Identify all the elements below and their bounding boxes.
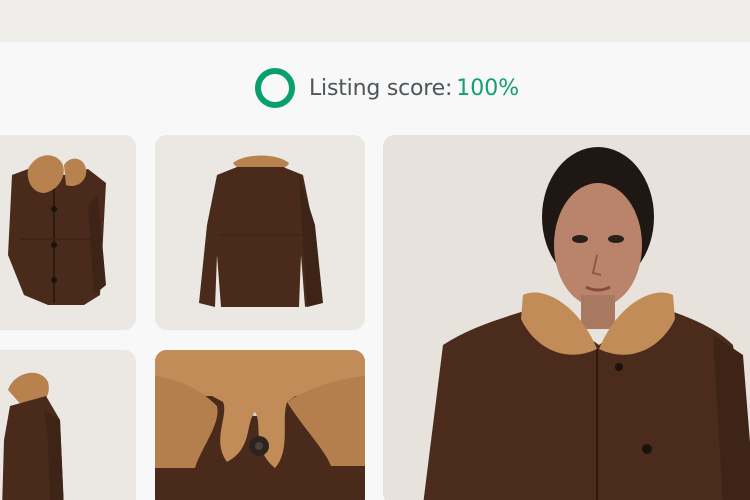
model-illustration — [383, 135, 750, 500]
collar-detail-photo[interactable] — [155, 350, 365, 500]
jacket-front-illustration — [0, 135, 136, 330]
score-value: 100% — [456, 75, 520, 101]
jacket-back-photo[interactable] — [155, 135, 365, 330]
jacket-front-photo[interactable] — [0, 135, 136, 330]
model-photo[interactable] — [383, 135, 750, 500]
jacket-side-illustration — [0, 350, 136, 500]
listing-preview: Listing score: 100% — [0, 0, 750, 500]
score-label: Listing score: — [309, 75, 453, 101]
listing-score: Listing score: 100% — [255, 68, 519, 108]
jacket-back-illustration — [155, 135, 365, 330]
score-ring-icon — [255, 68, 295, 108]
collar-detail-illustration — [155, 350, 365, 500]
jacket-side-photo[interactable] — [0, 350, 136, 500]
